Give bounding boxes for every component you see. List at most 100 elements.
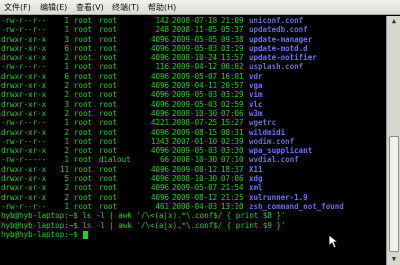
listing-date: 2008-10-30 bbox=[172, 108, 218, 118]
listing-links: 2 bbox=[64, 146, 69, 156]
file-name: uniconf.conf bbox=[249, 16, 304, 25]
listing-time: 21:54 bbox=[221, 183, 244, 193]
listing-perm: drwxr-xr-x bbox=[1, 174, 47, 184]
listing-perm: -rw-r--r-- bbox=[1, 62, 47, 72]
listing-perm: -rw-r--r-- bbox=[1, 136, 47, 146]
listing-group: root bbox=[99, 174, 118, 184]
file-name: vga bbox=[249, 81, 263, 91]
menu-edit[interactable]: 编辑(E) bbox=[40, 2, 67, 13]
listing-time: 02:39 bbox=[221, 136, 244, 146]
listing-links: 11 bbox=[59, 164, 69, 174]
listing-owner: root bbox=[74, 183, 93, 193]
prompt-text: hyb@hyb-laptop:~$ ls -l | awk '/\<(a|x).… bbox=[1, 220, 286, 230]
menu-view[interactable]: 查看(V) bbox=[76, 2, 104, 13]
listing-group: root bbox=[99, 71, 118, 81]
listing-links: 3 bbox=[64, 34, 69, 44]
prompt-text: hyb@hyb-laptop:~$ ls -l | awk '/\<(a|x).… bbox=[1, 211, 286, 221]
listing-size: 461 bbox=[155, 201, 169, 211]
listing-group: root bbox=[99, 183, 118, 193]
listing-owner: root bbox=[74, 90, 93, 100]
listing-size: 4096 bbox=[150, 99, 169, 109]
listing-date: 2009-05-03 bbox=[172, 99, 218, 109]
listing-owner: root bbox=[74, 192, 93, 202]
listing-links: 2 bbox=[64, 90, 69, 100]
listing-group: root bbox=[99, 136, 118, 146]
menu-file[interactable]: 文件(F) bbox=[4, 2, 31, 13]
file-name: xml bbox=[249, 183, 263, 193]
listing-group: root bbox=[99, 25, 118, 35]
vertical-scrollbar[interactable]: ▲ ▼ bbox=[386, 16, 400, 265]
scroll-down-arrow-icon[interactable]: ▼ bbox=[389, 255, 399, 264]
listing-size: 1343 bbox=[150, 136, 169, 146]
listing-links: 1 bbox=[64, 155, 69, 165]
scroll-up-arrow-icon[interactable]: ▲ bbox=[389, 17, 399, 26]
listing-perm: drwxr-xr-x bbox=[1, 43, 47, 53]
listing-owner: root bbox=[74, 201, 93, 211]
listing-links: 1 bbox=[64, 62, 69, 72]
listing-date: 2009-04-11 bbox=[172, 81, 218, 91]
file-name: wpa_supplicant bbox=[249, 146, 313, 156]
listing-time: 05:37 bbox=[221, 25, 244, 35]
listing-group: root bbox=[99, 43, 118, 53]
scrollbar-thumb[interactable] bbox=[389, 136, 399, 252]
file-name: update-manager bbox=[249, 34, 313, 44]
file-name: usplash.conf bbox=[249, 62, 304, 72]
menu-bar: 文件(F) 编辑(E) 查看(V) 终端(T) 帮助(H) bbox=[0, 0, 400, 15]
file-name: wgetrc bbox=[249, 118, 277, 128]
listing-size: 4096 bbox=[150, 90, 169, 100]
menu-help[interactable]: 帮助(H) bbox=[148, 2, 176, 13]
listing-size: 4096 bbox=[150, 34, 169, 44]
listing-links: 2 bbox=[64, 53, 69, 63]
listing-links: 2 bbox=[64, 192, 69, 202]
listing-size: 4096 bbox=[150, 192, 169, 202]
listing-owner: root bbox=[74, 174, 93, 184]
listing-date: 2009-05-07 bbox=[172, 71, 218, 81]
listing-time: 08:31 bbox=[221, 127, 244, 137]
file-name: wildmidi bbox=[249, 127, 286, 137]
listing-date: 2008-10-24 bbox=[172, 53, 218, 63]
listing-group: dialout bbox=[99, 155, 131, 165]
listing-group: root bbox=[99, 192, 118, 202]
listing-time: 21:25 bbox=[221, 192, 244, 202]
listing-date: 2009-05-03 bbox=[172, 146, 218, 156]
listing-owner: root bbox=[74, 71, 93, 81]
listing-size: 4096 bbox=[150, 174, 169, 184]
file-name: vim bbox=[249, 90, 263, 100]
listing-time: 07:10 bbox=[221, 155, 244, 165]
listing-group: root bbox=[99, 62, 118, 72]
listing-date: 2007-01-10 bbox=[172, 136, 218, 146]
listing-group: root bbox=[99, 108, 118, 118]
listing-size: 4096 bbox=[150, 164, 169, 174]
listing-group: root bbox=[99, 53, 118, 63]
listing-time: 21:09 bbox=[221, 16, 244, 25]
listing-perm: -rw-r--r-- bbox=[1, 25, 47, 35]
listing-time: 20:57 bbox=[221, 81, 244, 91]
listing-group: root bbox=[99, 127, 118, 137]
listing-date: 2009-08-12 bbox=[172, 164, 218, 174]
listing-size: 4096 bbox=[150, 71, 169, 81]
listing-owner: root bbox=[74, 146, 93, 156]
listing-perm: drwxr-xr-x bbox=[1, 146, 47, 156]
listing-owner: root bbox=[74, 81, 93, 91]
file-name: X11 bbox=[249, 164, 263, 174]
file-name: updatedb.conf bbox=[249, 25, 308, 35]
listing-owner: root bbox=[74, 34, 93, 44]
listing-group: root bbox=[99, 81, 118, 91]
listing-perm: -rw-r--r-- bbox=[1, 118, 47, 128]
listing-owner: root bbox=[74, 53, 93, 63]
listing-time: 07:06 bbox=[221, 108, 244, 118]
listing-size: 4096 bbox=[150, 127, 169, 137]
listing-time: 16:01 bbox=[221, 71, 244, 81]
listing-perm: drwxr-xr-x bbox=[1, 34, 47, 44]
terminal-output[interactable]: -rw-r--r-- 1 root root 142 2008-07-18 21:09 uni… bbox=[0, 16, 386, 265]
file-name: wodim.conf bbox=[249, 136, 295, 146]
listing-size: 248 bbox=[155, 25, 169, 35]
menu-terminal[interactable]: 终端(T) bbox=[112, 2, 139, 13]
listing-time: 07:06 bbox=[221, 174, 244, 184]
listing-links: 6 bbox=[64, 43, 69, 53]
listing-owner: root bbox=[74, 16, 93, 25]
listing-links: 3 bbox=[64, 99, 69, 109]
listing-perm: drwxr-xr-x bbox=[1, 81, 47, 91]
mouse-pointer-icon bbox=[329, 235, 339, 249]
listing-time: 18:37 bbox=[221, 164, 244, 174]
